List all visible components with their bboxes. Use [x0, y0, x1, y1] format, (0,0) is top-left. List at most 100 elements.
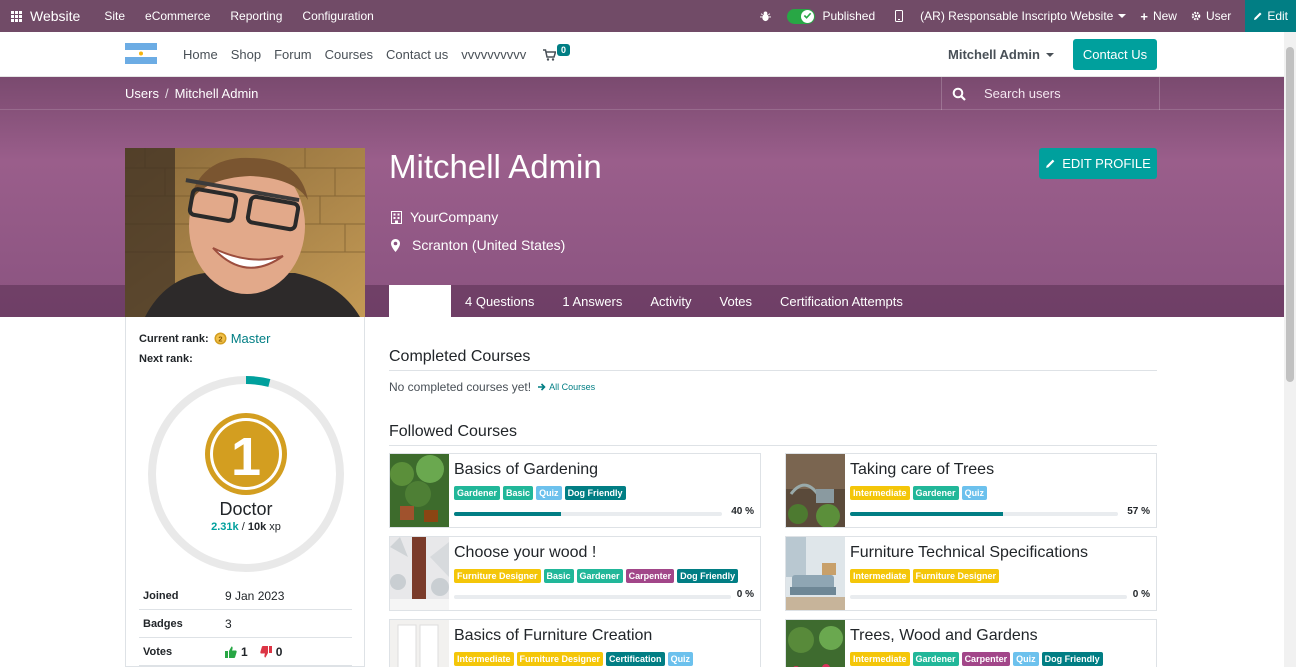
course-progress-bar: [850, 595, 1127, 599]
course-tag[interactable]: Carpenter: [625, 569, 675, 583]
site-logo-flag[interactable]: [125, 43, 157, 64]
course-title[interactable]: Taking care of Trees: [850, 461, 994, 479]
course-tag[interactable]: Intermediate: [850, 569, 910, 583]
course-tag[interactable]: Quiz: [536, 486, 562, 500]
mobile-icon[interactable]: [895, 10, 904, 22]
tab-questions[interactable]: 4 Questions: [451, 285, 548, 317]
tab-answers[interactable]: 1 Answers: [548, 285, 636, 317]
course-tag[interactable]: Gardener: [454, 486, 501, 500]
tab-votes[interactable]: Votes: [706, 285, 767, 317]
current-rank-row: Current rank: 2 Master: [139, 331, 270, 346]
tab-about[interactable]: About: [389, 285, 451, 317]
stat-votes: Votes 1 0: [139, 638, 352, 666]
debug-bug-icon[interactable]: [760, 10, 772, 22]
profile-name: Mitchell Admin: [389, 148, 602, 185]
course-tag[interactable]: Carpenter: [961, 652, 1011, 666]
breadcrumb-separator: /: [164, 86, 169, 101]
course-tag[interactable]: Gardener: [912, 652, 959, 666]
nav-forum[interactable]: Forum: [274, 47, 312, 62]
course-title[interactable]: Furniture Technical Specifications: [850, 544, 1088, 562]
apps-grid-icon[interactable]: [2, 0, 30, 32]
course-tag[interactable]: Intermediate: [454, 652, 514, 666]
course-card[interactable]: Basics of Furniture Creation Intermediat…: [389, 619, 761, 667]
course-tag[interactable]: Dog Friendly: [1041, 652, 1103, 666]
app-brand[interactable]: Website: [30, 8, 80, 24]
menu-reporting[interactable]: Reporting: [230, 9, 282, 23]
course-tag[interactable]: Certification: [606, 652, 665, 666]
cart-count-badge: 0: [557, 44, 571, 56]
course-progress-text: 57 %: [1127, 506, 1150, 517]
nav-home[interactable]: Home: [183, 47, 218, 62]
course-card[interactable]: Furniture Technical Specifications Inter…: [785, 536, 1157, 611]
course-tag[interactable]: Gardener: [576, 569, 623, 583]
user-menu[interactable]: User: [1191, 9, 1231, 23]
course-tag[interactable]: Gardener: [912, 486, 959, 500]
xp-unit: xp: [269, 521, 281, 533]
profile-location: Scranton (United States): [391, 237, 565, 253]
menu-configuration[interactable]: Configuration: [302, 9, 373, 23]
tab-certification-attempts[interactable]: Certification Attempts: [766, 285, 917, 317]
new-button[interactable]: + New: [1140, 9, 1177, 24]
nav-shop[interactable]: Shop: [231, 47, 261, 62]
course-tag[interactable]: Quiz: [667, 652, 694, 666]
edit-profile-button[interactable]: EDIT PROFILE: [1039, 148, 1157, 179]
course-title[interactable]: Basics of Furniture Creation: [454, 627, 652, 645]
shopping-cart-icon: [543, 49, 556, 61]
course-tag[interactable]: Furniture Designer: [454, 569, 541, 583]
course-card[interactable]: Taking care of Trees Intermediate Garden…: [785, 453, 1157, 528]
course-tag[interactable]: Quiz: [961, 486, 988, 500]
course-tag[interactable]: Dog Friendly: [564, 486, 626, 500]
course-card[interactable]: Basics of Gardening Gardener Basic Quiz …: [389, 453, 761, 528]
course-title[interactable]: Choose your wood !: [454, 544, 596, 562]
course-tag[interactable]: Intermediate: [850, 652, 910, 666]
medal-icon: 2: [214, 332, 227, 345]
page-scrollbar[interactable]: [1284, 32, 1296, 667]
course-thumbnail: [786, 454, 845, 527]
stat-badges: Badges 3: [139, 610, 352, 638]
course-tags: Intermediate Gardener Quiz: [850, 486, 988, 500]
nav-contact-us[interactable]: Contact us: [386, 47, 448, 62]
nav-custom-page[interactable]: vvvvvvvvvv: [461, 47, 526, 62]
edit-label: Edit: [1267, 9, 1288, 23]
completed-courses-empty: No completed courses yet! All Courses: [389, 380, 595, 394]
current-rank-link[interactable]: 2 Master: [214, 331, 270, 346]
course-card[interactable]: Choose your wood ! Furniture Designer Ba…: [389, 536, 761, 611]
course-progress-text: 40 %: [731, 506, 754, 517]
course-tag[interactable]: Intermediate: [850, 486, 910, 500]
nav-courses[interactable]: Courses: [325, 47, 373, 62]
contact-us-button[interactable]: Contact Us: [1073, 39, 1157, 70]
course-tag[interactable]: Basic: [543, 569, 574, 583]
course-tag[interactable]: Dog Friendly: [677, 569, 739, 583]
menu-site[interactable]: Site: [104, 9, 125, 23]
course-title[interactable]: Basics of Gardening: [454, 461, 598, 479]
search-input[interactable]: [984, 86, 1144, 101]
course-title[interactable]: Trees, Wood and Gardens: [850, 627, 1038, 645]
published-toggle[interactable]: Published: [787, 8, 876, 24]
course-tag[interactable]: Quiz: [1013, 652, 1039, 666]
cart-button[interactable]: 0: [543, 44, 571, 61]
published-label: Published: [822, 9, 876, 23]
course-progress-bar: [454, 512, 722, 516]
course-tag[interactable]: Furniture Designer: [516, 652, 604, 666]
current-rank-label: Current rank:: [139, 332, 209, 345]
menu-ecommerce[interactable]: eCommerce: [145, 9, 210, 23]
edit-button[interactable]: Edit: [1245, 0, 1296, 32]
published-switch[interactable]: [787, 8, 816, 24]
xp-separator: /: [241, 521, 245, 533]
course-tag[interactable]: Furniture Designer: [912, 569, 1000, 583]
course-progress-fill: [454, 512, 562, 516]
search-icon[interactable]: [952, 87, 966, 101]
profile-company: YourCompany: [391, 209, 498, 225]
course-tag[interactable]: Basic: [503, 486, 534, 500]
breadcrumb-users[interactable]: Users: [125, 86, 159, 101]
xp-progress-ring: 1: [148, 376, 344, 572]
breadcrumb: Users / Mitchell Admin: [125, 86, 258, 101]
course-card[interactable]: Trees, Wood and Gardens Intermediate Gar…: [785, 619, 1157, 667]
website-selector[interactable]: (AR) Responsable Inscripto Website: [895, 9, 1127, 23]
user-dropdown[interactable]: Mitchell Admin: [948, 47, 1054, 62]
scrollbar-thumb[interactable]: [1286, 47, 1294, 382]
votes-up: 1: [225, 645, 248, 659]
edit-profile-label: EDIT PROFILE: [1062, 156, 1151, 171]
all-courses-link[interactable]: All Courses: [538, 382, 595, 392]
tab-activity[interactable]: Activity: [636, 285, 705, 317]
